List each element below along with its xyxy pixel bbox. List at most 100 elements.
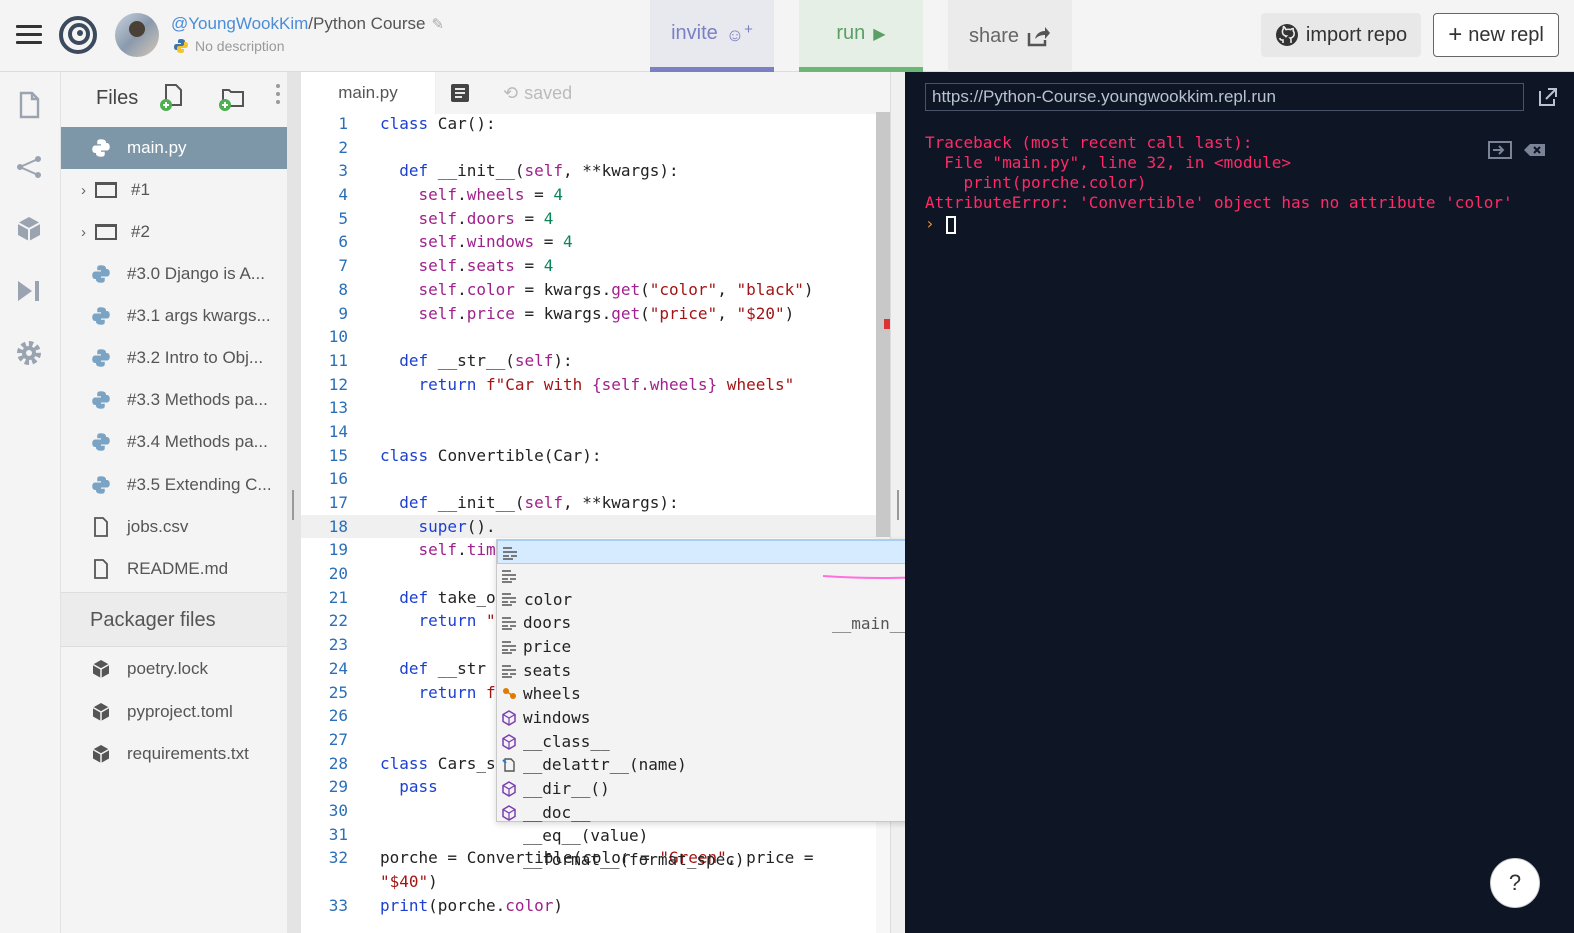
console-panel[interactable]: https://Python-Course.youngwookkim.repl.… xyxy=(905,72,1574,933)
chevron-right-icon[interactable]: › xyxy=(81,182,86,199)
import-repo-button[interactable]: import repo xyxy=(1261,13,1421,57)
packager-file-item[interactable]: pyproject.toml xyxy=(61,691,287,733)
file-item-main-py[interactable]: main.py xyxy=(61,127,287,169)
class-icon xyxy=(503,688,516,700)
files-title: Files xyxy=(96,87,139,109)
code-line: 3 def __init__(self, **kwargs): xyxy=(338,161,679,181)
file-item[interactable]: jobs.csv xyxy=(61,506,287,548)
code-line-current: 18 super(). xyxy=(301,514,876,539)
folder-icon xyxy=(95,182,117,198)
code-line: 10 xyxy=(328,327,348,347)
repl-description[interactable]: No description xyxy=(173,38,285,54)
code-line: 13 xyxy=(328,398,348,418)
file-label: #3.3 Methods pa... xyxy=(127,390,268,409)
files-icon[interactable] xyxy=(14,90,44,120)
file-item[interactable]: README.md xyxy=(61,548,287,590)
chevron-right-icon[interactable]: › xyxy=(81,224,86,241)
save-status: ⟲ saved xyxy=(503,83,572,104)
github-icon xyxy=(1275,24,1298,46)
tab-main-py[interactable]: main.py xyxy=(301,72,436,114)
top-bar: @YoungWookKim/Python Course ✎ No descript… xyxy=(0,0,1574,72)
code-line: 14 xyxy=(328,421,348,441)
file-label: pyproject.toml xyxy=(127,702,233,721)
packager-file-item[interactable]: poetry.lock xyxy=(61,648,287,690)
avatar[interactable] xyxy=(115,13,159,57)
owner-link[interactable]: @YoungWookKim xyxy=(171,14,308,33)
new-repl-button[interactable]: + new repl xyxy=(1433,13,1559,57)
file-label: requirements.txt xyxy=(127,744,249,763)
format-code-icon[interactable] xyxy=(451,84,469,102)
repl-title: @YoungWookKim/Python Course ✎ xyxy=(171,14,444,34)
python-file-icon xyxy=(92,349,110,367)
add-user-icon: ☺+ xyxy=(725,21,753,45)
console-cursor[interactable] xyxy=(946,216,956,234)
invite-label: invite xyxy=(671,22,718,44)
field-icon xyxy=(502,641,516,654)
project-name[interactable]: Python Course xyxy=(313,14,425,33)
debugger-icon[interactable] xyxy=(14,276,44,306)
activity-rail xyxy=(0,72,61,933)
file-item[interactable]: #3.2 Intro to Obj... xyxy=(61,337,287,379)
python-file-icon xyxy=(92,476,110,494)
code-line: 4 self.wheels = 4 xyxy=(338,185,564,205)
files-panel: Files main.py › #1 › #2 #3.0 Django is A… xyxy=(61,72,287,933)
method-icon xyxy=(502,710,516,726)
code-line: 7 self.seats = 4 xyxy=(338,256,554,276)
file-icon xyxy=(94,517,108,537)
file-item[interactable]: #3.3 Methods pa... xyxy=(61,379,287,421)
settings-gear-icon[interactable] xyxy=(14,338,44,368)
suggestion-label: __format__(format_spec) xyxy=(523,850,745,870)
new-folder-icon[interactable] xyxy=(217,82,247,112)
folder-label: #1 xyxy=(131,180,150,199)
file-label: poetry.lock xyxy=(127,659,208,678)
file-item[interactable]: #3.4 Methods pa... xyxy=(61,421,287,463)
code-line: 15 class Convertible(Car): xyxy=(328,445,602,465)
method-icon xyxy=(502,733,516,750)
hamburger-menu-icon[interactable] xyxy=(16,25,42,45)
file-label: jobs.csv xyxy=(127,517,189,536)
share-button[interactable]: share xyxy=(948,0,1072,72)
help-button[interactable]: ? xyxy=(1490,858,1540,908)
more-options-icon[interactable] xyxy=(275,84,281,110)
file-item[interactable]: #3.1 args kwargs... xyxy=(61,295,287,337)
code-line: 1 class Car(): xyxy=(338,114,496,133)
folder-item-2[interactable]: › #2 xyxy=(61,211,287,253)
field-icon xyxy=(502,617,516,630)
clear-console-icon[interactable] xyxy=(1523,140,1547,160)
file-item[interactable]: #3.0 Django is A... xyxy=(61,253,287,295)
code-line: 5 self.doors = 4 xyxy=(338,208,554,228)
packager-files-header[interactable]: Packager files xyxy=(61,592,287,647)
code-line: 8 self.color = kwargs.get("color", "blac… xyxy=(338,279,814,299)
package-icon xyxy=(92,703,110,721)
code-line: 11 def __str__(self): xyxy=(328,350,573,370)
new-repl-label: new repl xyxy=(1468,23,1544,46)
method-icon xyxy=(502,804,516,821)
invite-button[interactable]: invite ☺+ xyxy=(650,0,774,72)
files-header: Files xyxy=(61,72,287,124)
code-line: 16 xyxy=(328,469,348,489)
code-line: 2 xyxy=(338,137,348,157)
file-label: #3.0 Django is A... xyxy=(127,264,265,283)
python-file-icon xyxy=(92,391,110,409)
file-item[interactable]: #3.5 Extending C... xyxy=(61,464,287,506)
file-label: #3.4 Methods pa... xyxy=(127,432,268,451)
suggestion-label: __eq__(value) xyxy=(523,826,649,846)
version-control-icon[interactable] xyxy=(14,152,44,182)
panel-resize-handle[interactable] xyxy=(287,72,301,933)
code-line: 12 return f"Car with {self.wheels} wheel… xyxy=(328,374,795,394)
packager-file-item[interactable]: requirements.txt xyxy=(61,733,287,775)
code-line: 33 print(porche.color) xyxy=(328,895,564,915)
pencil-icon[interactable]: ✎ xyxy=(431,16,444,33)
file-label: README.md xyxy=(127,559,229,578)
play-icon: ▶ xyxy=(873,25,886,43)
url-bar[interactable]: https://Python-Course.youngwookkim.repl.… xyxy=(925,83,1524,111)
tab-label: main.py xyxy=(338,83,398,102)
run-button[interactable]: run ▶ xyxy=(799,0,923,72)
new-file-icon[interactable] xyxy=(158,82,188,112)
packages-icon[interactable] xyxy=(14,214,44,244)
replit-logo-icon[interactable] xyxy=(58,15,98,55)
folder-item-1[interactable]: › #1 xyxy=(61,169,287,211)
field-icon xyxy=(502,593,516,607)
field-icon xyxy=(503,547,517,560)
open-in-new-tab-icon[interactable] xyxy=(1537,86,1559,108)
